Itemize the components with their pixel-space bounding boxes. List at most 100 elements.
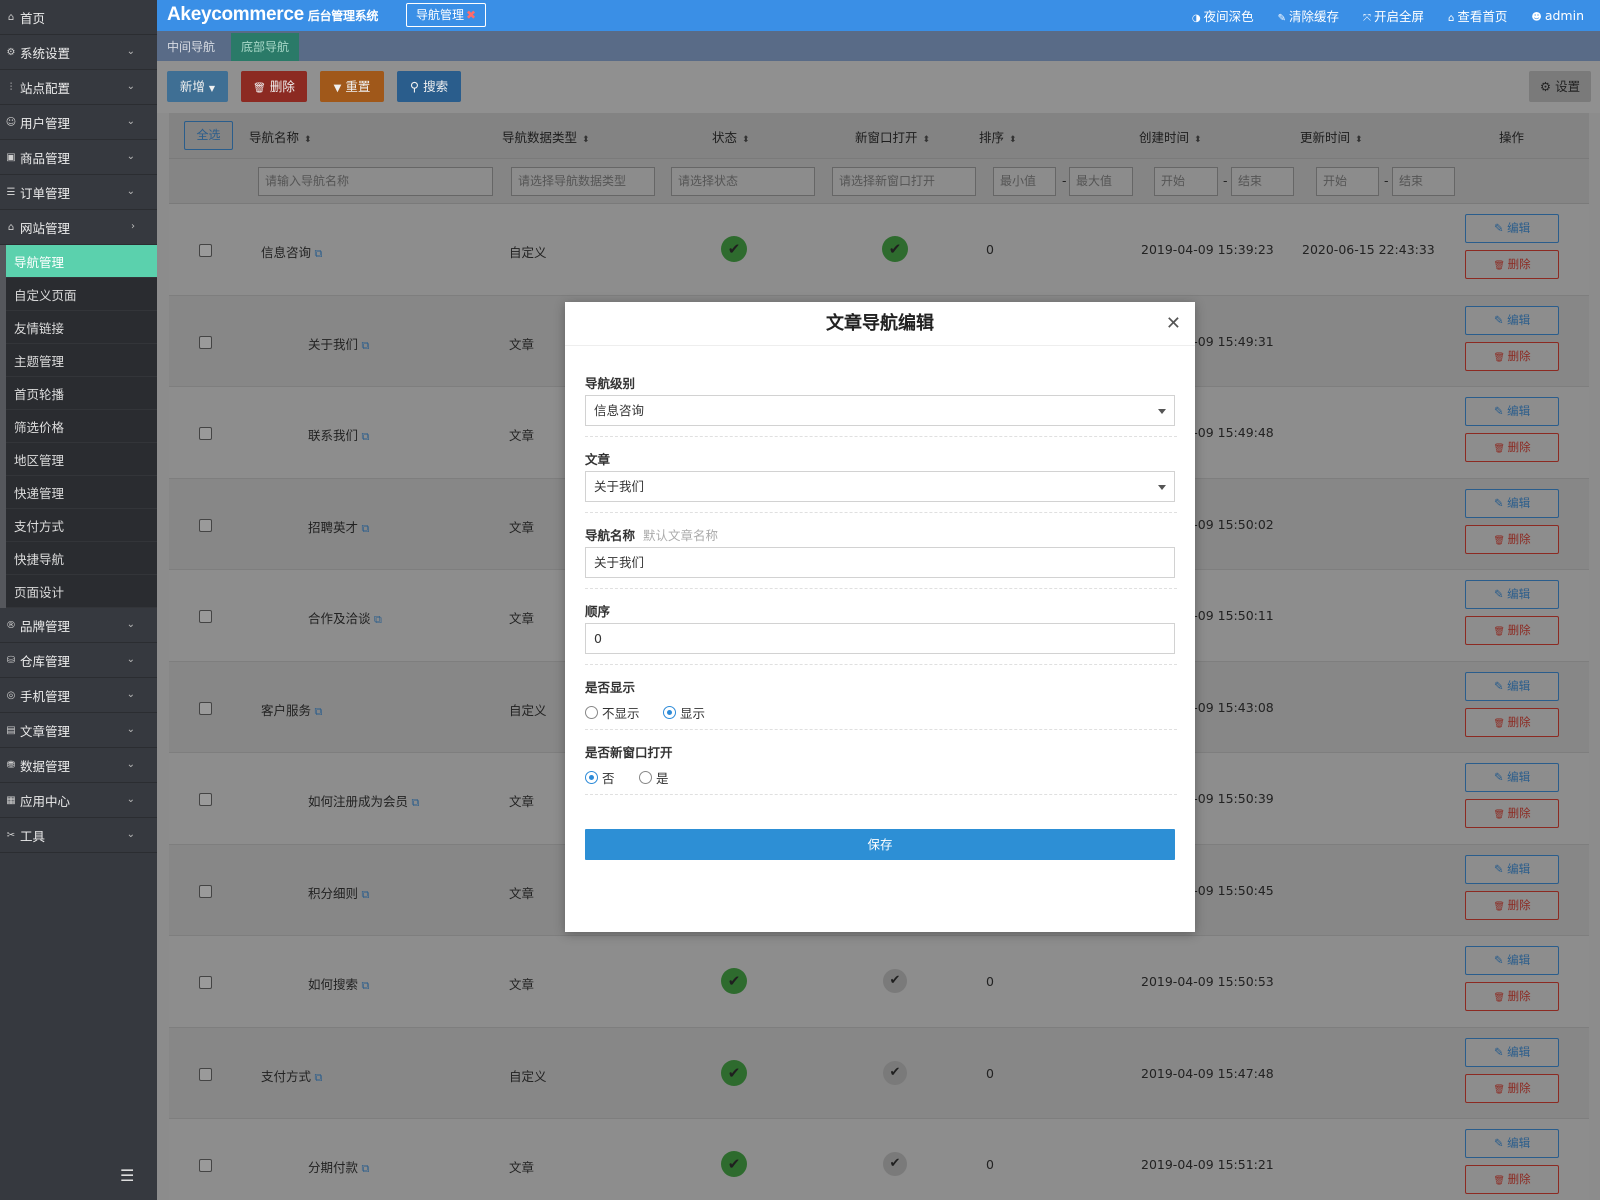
- row-edit-button[interactable]: ✎ 编辑: [1465, 671, 1559, 701]
- row-checkbox[interactable]: [199, 701, 212, 715]
- newwin-check-icon[interactable]: ✔: [882, 236, 908, 262]
- sidebar-item-warehouse[interactable]: ⛁ 仓库管理 ⌄: [0, 643, 157, 678]
- status-check-icon[interactable]: ✔: [721, 1059, 747, 1086]
- save-button[interactable]: 保存: [585, 829, 1175, 860]
- article-select[interactable]: 关于我们: [585, 471, 1175, 502]
- row-delete-button[interactable]: 🗑 删除: [1465, 433, 1559, 462]
- name-input[interactable]: 关于我们: [585, 547, 1175, 578]
- status-check-icon[interactable]: ✔: [721, 968, 747, 994]
- show-radio-hide[interactable]: 不显示: [585, 703, 640, 722]
- row-checkbox[interactable]: [199, 244, 212, 257]
- newwin-radio-no[interactable]: 否: [585, 768, 615, 787]
- row-edit-button[interactable]: ✎ 编辑: [1465, 580, 1559, 609]
- sidebar-subitem[interactable]: 自定义页面: [6, 278, 157, 311]
- select-all-button[interactable]: 全选: [184, 121, 233, 150]
- newwin-check-icon[interactable]: ✔: [883, 1152, 907, 1176]
- external-link-icon[interactable]: ⧉: [311, 705, 323, 718]
- row-delete-button[interactable]: 🗑 删除: [1465, 341, 1559, 371]
- filter-sort-max[interactable]: 最大值: [1069, 167, 1133, 196]
- tab-middle-nav[interactable]: 中间导航: [157, 33, 225, 61]
- row-checkbox[interactable]: [199, 610, 212, 623]
- sidebar-item-user[interactable]: ☺ 用户管理 ⌄: [0, 105, 157, 140]
- row-edit-button[interactable]: ✎ 编辑: [1465, 1129, 1559, 1158]
- sidebar-subitem[interactable]: 快捷导航: [6, 542, 157, 575]
- row-edit-button[interactable]: ✎ 编辑: [1465, 1037, 1559, 1067]
- col-created[interactable]: 创建时间 ⬍: [1139, 127, 1202, 146]
- settings-button[interactable]: ⚙ 设置: [1529, 71, 1591, 102]
- external-link-icon[interactable]: ⧉: [358, 888, 370, 901]
- col-type[interactable]: 导航数据类型 ⬍: [502, 127, 590, 146]
- sidebar-item-gear[interactable]: ⚙ 系统设置 ⌄: [0, 35, 157, 70]
- sidebar-subitem[interactable]: 快递管理: [6, 476, 157, 509]
- sidebar-item-mobile[interactable]: ◎ 手机管理 ⌄: [0, 678, 157, 713]
- top-link-contrast[interactable]: ◑ 夜间深色: [1192, 6, 1254, 25]
- filter-newwin-select[interactable]: 请选择新窗口打开: [832, 167, 976, 196]
- row-checkbox[interactable]: [199, 518, 212, 532]
- row-checkbox[interactable]: [199, 793, 212, 806]
- row-delete-button[interactable]: 🗑 删除: [1465, 1165, 1559, 1194]
- filter-created-end[interactable]: 结束: [1231, 167, 1294, 196]
- top-link-home[interactable]: ⌂ 查看首页: [1448, 6, 1507, 25]
- row-checkbox[interactable]: [199, 1159, 212, 1172]
- row-checkbox[interactable]: [199, 427, 212, 440]
- filter-name-input[interactable]: 请输入导航名称: [258, 167, 493, 196]
- filter-sort-min[interactable]: 最小值: [993, 167, 1056, 196]
- external-link-icon[interactable]: ⧉: [358, 1162, 370, 1175]
- external-link-icon[interactable]: ⧉: [358, 522, 370, 535]
- status-check-icon[interactable]: ✔: [721, 1151, 747, 1177]
- external-link-icon[interactable]: ⧉: [371, 613, 382, 626]
- sidebar-item-list[interactable]: ☰ 订单管理 ⌄: [0, 175, 157, 210]
- row-checkbox[interactable]: [199, 1067, 212, 1081]
- radio-circle[interactable]: [663, 706, 676, 719]
- row-delete-button[interactable]: 🗑 删除: [1465, 890, 1559, 920]
- sidebar-collapse-icon[interactable]: ☰: [120, 1166, 138, 1185]
- external-link-icon[interactable]: ⧉: [311, 1071, 323, 1084]
- row-delete-button[interactable]: 🗑 删除: [1465, 707, 1559, 737]
- row-edit-button[interactable]: ✎ 编辑: [1465, 854, 1559, 884]
- order-input[interactable]: 0: [585, 623, 1175, 654]
- close-icon[interactable]: ✕: [1166, 313, 1181, 334]
- row-edit-button[interactable]: ✎ 编辑: [1465, 305, 1559, 335]
- sidebar-item-site[interactable]: ⌂ 网站管理 ›: [0, 210, 157, 245]
- col-name[interactable]: 导航名称 ⬍: [249, 127, 312, 146]
- row-delete-button[interactable]: 🗑 删除: [1465, 1073, 1559, 1103]
- row-edit-button[interactable]: ✎ 编辑: [1465, 763, 1559, 792]
- row-delete-button[interactable]: 🗑 删除: [1465, 982, 1559, 1011]
- search-button[interactable]: ⚲ 搜索: [397, 71, 461, 102]
- col-updated[interactable]: 更新时间 ⬍: [1300, 127, 1363, 146]
- col-newwin[interactable]: 新窗口打开 ⬍: [855, 127, 930, 146]
- row-delete-button[interactable]: 🗑 删除: [1465, 616, 1559, 645]
- show-radio-show[interactable]: 显示: [663, 703, 705, 722]
- sidebar-subitem[interactable]: 主题管理: [6, 344, 157, 377]
- row-delete-button[interactable]: 🗑 删除: [1465, 524, 1559, 554]
- col-sort[interactable]: 排序 ⬍: [979, 127, 1017, 146]
- top-link-user[interactable]: ☻ admin: [1531, 8, 1584, 23]
- top-link-brush[interactable]: ✎ 清除缓存: [1278, 6, 1339, 25]
- top-link-fullscreen[interactable]: ⤧ 开启全屏: [1363, 6, 1424, 25]
- sidebar-subitem[interactable]: 首页轮播: [6, 377, 157, 410]
- external-link-icon[interactable]: ⧉: [408, 796, 420, 809]
- radio-circle[interactable]: [585, 771, 598, 784]
- external-link-icon[interactable]: ⧉: [358, 339, 370, 352]
- open-tab[interactable]: 导航管理 ✖: [406, 3, 487, 27]
- sidebar-subitem[interactable]: 导航管理: [6, 245, 157, 278]
- row-edit-button[interactable]: ✎ 编辑: [1465, 946, 1559, 975]
- external-link-icon[interactable]: ⧉: [358, 979, 370, 992]
- row-checkbox[interactable]: [199, 335, 212, 349]
- row-edit-button[interactable]: ✎ 编辑: [1465, 397, 1559, 426]
- filter-type-select[interactable]: 请选择导航数据类型: [511, 167, 655, 196]
- filter-updated-start[interactable]: 开始: [1316, 167, 1379, 196]
- filter-status-select[interactable]: 请选择状态: [671, 167, 815, 196]
- newwin-check-icon[interactable]: ✔: [883, 1060, 907, 1085]
- delete-button[interactable]: 🗑 删除: [241, 71, 307, 102]
- sidebar-item-apps[interactable]: ▦ 应用中心 ⌄: [0, 783, 157, 818]
- sidebar-subitem[interactable]: 地区管理: [6, 443, 157, 476]
- row-edit-button[interactable]: ✎ 编辑: [1465, 214, 1559, 243]
- newwin-radio-yes[interactable]: 是: [639, 768, 669, 787]
- sidebar-item-brand[interactable]: ® 品牌管理 ⌄: [0, 608, 157, 643]
- row-checkbox[interactable]: [199, 884, 212, 898]
- row-checkbox[interactable]: [199, 976, 212, 989]
- newwin-check-icon[interactable]: ✔: [883, 969, 907, 993]
- sidebar-subitem[interactable]: 筛选价格: [6, 410, 157, 443]
- sidebar-item-sliders[interactable]: ⫶ 站点配置 ⌄: [0, 70, 157, 105]
